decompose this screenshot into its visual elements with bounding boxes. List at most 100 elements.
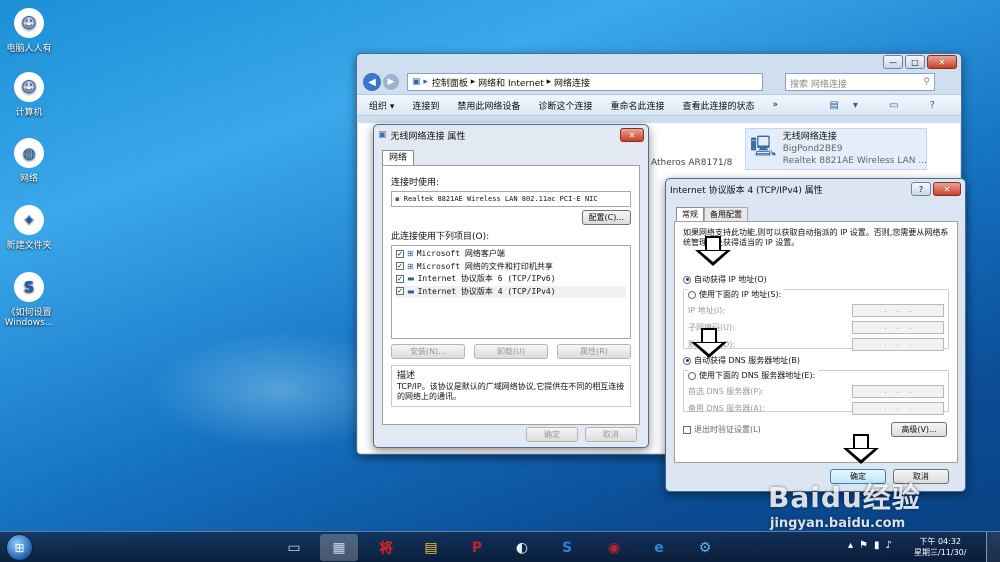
- taskbar-app[interactable]: ▭: [275, 534, 313, 561]
- advanced-button[interactable]: 高级(V)...: [891, 422, 947, 437]
- minimize-button[interactable]: —: [883, 55, 903, 69]
- explorer-toolbar: 组织 ▾ 连接到 禁用此网络设备 诊断这个连接 重命名此连接 查看此连接的状态 » ▤▾ ▭ …: [357, 94, 961, 116]
- desktop-icon-label: 《如何设置 Windows...: [4, 308, 54, 328]
- tab-general[interactable]: 常规: [676, 207, 704, 222]
- clock[interactable]: 下午 04:32 星期三/11/30/: [914, 536, 966, 558]
- toolbar-item[interactable]: 禁用此网络设备: [457, 99, 520, 112]
- breadcrumb-0[interactable]: 控制面板: [432, 76, 468, 89]
- properties-ok-button[interactable]: 确定: [526, 427, 578, 442]
- taskbar-app[interactable]: ◉: [595, 534, 633, 561]
- properties-cancel-button[interactable]: 取消: [584, 427, 637, 442]
- taskbar-app[interactable]: 将: [367, 534, 405, 561]
- breadcrumb-2[interactable]: 网络连接: [554, 76, 590, 89]
- maximize-button[interactable]: □: [905, 55, 925, 69]
- help-button[interactable]: ?: [911, 182, 931, 196]
- item-checkbox[interactable]: ✓: [396, 249, 404, 258]
- item-checkbox[interactable]: ✓: [396, 262, 404, 270]
- properties-close-button[interactable]: ✕: [620, 128, 644, 142]
- item-checkbox[interactable]: ✓: [396, 287, 404, 295]
- adapter-name: 无线网络连接: [782, 132, 837, 142]
- taskbar-app[interactable]: ⚙: [686, 534, 724, 561]
- address-field[interactable]: . . .: [852, 402, 944, 415]
- item-properties-button[interactable]: 属性(R): [557, 344, 631, 359]
- toolbar-item[interactable]: 诊断这个连接: [538, 99, 592, 112]
- taskbar-app-icon: 将: [379, 540, 393, 557]
- tab-alternate[interactable]: 备用配置: [704, 207, 748, 221]
- list-item[interactable]: ✓ ⊞ Microsoft 网络的文件和打印机共享: [396, 261, 626, 274]
- taskbar-app-icon: ▭: [287, 539, 301, 556]
- taskbar-app[interactable]: e: [640, 534, 678, 561]
- adapter-partial[interactable]: Atheros AR8171/8: [651, 158, 732, 168]
- search-input[interactable]: 搜索 网络连接 ⚲: [785, 73, 935, 91]
- desktop-icon[interactable]: ☺ 计算机: [4, 72, 54, 118]
- adapter-device: Realtek 8821AE Wireless LAN ...: [782, 156, 927, 166]
- taskbar-app[interactable]: ▤: [412, 534, 450, 561]
- auto-dns-radio[interactable]: [683, 356, 691, 365]
- desktop-icon[interactable]: ◍ 网络: [4, 138, 54, 184]
- description-group: 描述 TCP/IP。该协议是默认的广域网络协议,它提供在不同的相互连接的网络上的…: [391, 365, 631, 407]
- manual-ip-radio[interactable]: [688, 290, 696, 299]
- toolbar-item[interactable]: 连接到: [412, 99, 439, 112]
- desktop-icon[interactable]: S 《如何设置 Windows...: [4, 272, 54, 328]
- address-field[interactable]: . . .: [852, 321, 944, 334]
- manual-ip-option[interactable]: 使用下面的 IP 地址(S):: [688, 289, 785, 300]
- address-field[interactable]: . . .: [852, 385, 944, 398]
- toolbar-item[interactable]: 组织 ▾: [369, 99, 394, 112]
- list-item[interactable]: ✓ ▬ Internet 协议版本 6 (TCP/IPv6): [396, 273, 626, 286]
- back-icon[interactable]: ◀: [363, 73, 381, 91]
- address-row: 首选 DNS 服务器(P): . . .: [688, 385, 944, 398]
- configure-button[interactable]: 配置(C)...: [581, 210, 631, 225]
- address-field[interactable]: . . .: [852, 304, 944, 317]
- manual-dns-radio[interactable]: [688, 371, 696, 380]
- manual-dns-option[interactable]: 使用下面的 DNS 服务器地址(E):: [688, 370, 819, 381]
- address-field[interactable]: . . .: [852, 338, 944, 351]
- taskbar-app[interactable]: P: [458, 534, 496, 561]
- item-checkbox[interactable]: ✓: [396, 274, 404, 283]
- items-list[interactable]: ✓ ⊞ Microsoft 网络客户端 ✓ ⊞ Microsoft 网络的文件和打印机共享…: [391, 245, 631, 339]
- view-options-icon[interactable]: ▤▾ ▭ ?: [829, 100, 949, 111]
- adapter-network: BigPond2BE9: [782, 144, 843, 154]
- search-icon: ⚲: [923, 77, 930, 87]
- tray-volume-icon[interactable]: ♪: [886, 540, 898, 551]
- list-item[interactable]: ✓ ▬ Internet 协议版本 4 (TCP/IPv4): [396, 285, 626, 298]
- address-row: 备用 DNS 服务器(A): . . .: [688, 402, 944, 415]
- start-button[interactable]: ⊞: [6, 534, 33, 561]
- auto-ip-option[interactable]: 自动获得 IP 地址(O): [683, 274, 949, 285]
- baidu-watermark: Baidu经验 jingyan.baidu.com: [768, 476, 921, 531]
- toolbar-item[interactable]: 查看此连接的状态: [682, 99, 754, 112]
- taskbar-app[interactable]: ◐: [503, 534, 541, 561]
- install-button[interactable]: 安装(N)...: [391, 344, 465, 359]
- toolbar-item[interactable]: 重命名此连接: [610, 99, 664, 112]
- taskbar-app[interactable]: ▦: [320, 534, 358, 561]
- close-button[interactable]: ✕: [927, 55, 957, 69]
- watermark-url: jingyan.baidu.com: [770, 516, 906, 531]
- validate-label: 退出时验证设置(L): [694, 425, 761, 434]
- taskbar-app[interactable]: S: [548, 534, 586, 561]
- toolbar-item[interactable]: »: [772, 100, 778, 110]
- breadcrumb-1[interactable]: 网络和 Internet: [478, 76, 544, 89]
- device-name: Realtek 8821AE Wireless LAN 802.11ac PCI…: [403, 195, 598, 203]
- taskbar-app-icon: ▤: [424, 539, 438, 556]
- desktop-app-icon: ◍: [14, 138, 44, 168]
- list-item[interactable]: ✓ ⊞ Microsoft 网络客户端: [396, 248, 626, 261]
- items-label: 此连接使用下列项目(O):: [391, 232, 490, 242]
- validate-checkbox[interactable]: [683, 425, 691, 434]
- wireless-adapter[interactable]: 🖳 无线网络连接 BigPond2BE9 Realtek 8821AE Wire…: [745, 128, 927, 170]
- desktop-icon[interactable]: ✦ 新建文件夹: [4, 205, 54, 251]
- forward-icon[interactable]: ▶: [383, 74, 399, 90]
- auto-ip-radio[interactable]: [683, 275, 691, 284]
- properties-panel: 连接时使用: ▪ Realtek 8821AE Wireless LAN 802…: [382, 165, 640, 425]
- uninstall-button[interactable]: 卸载(U): [474, 344, 548, 359]
- tab-network[interactable]: 网络: [382, 150, 415, 166]
- desktop-icon-label: 网络: [19, 174, 38, 184]
- desktop-icon[interactable]: ☺ 电脑人人有: [4, 8, 54, 54]
- show-desktop-button[interactable]: [986, 532, 1000, 562]
- address-bar[interactable]: ▣ ▸ 控制面板 ▸ 网络和 Internet ▸ 网络连接: [407, 73, 763, 91]
- tray-flag-icon[interactable]: ⚑: [859, 540, 874, 551]
- validate-option[interactable]: 退出时验证设置(L): [683, 424, 761, 435]
- desktop-app-icon: S: [14, 272, 44, 302]
- tray-arrow-icon[interactable]: ▴: [848, 540, 859, 551]
- ipv4-close-button[interactable]: ✕: [933, 182, 961, 196]
- network-props-icon: ▣: [378, 130, 387, 140]
- tray-network-icon[interactable]: ▮: [874, 540, 886, 551]
